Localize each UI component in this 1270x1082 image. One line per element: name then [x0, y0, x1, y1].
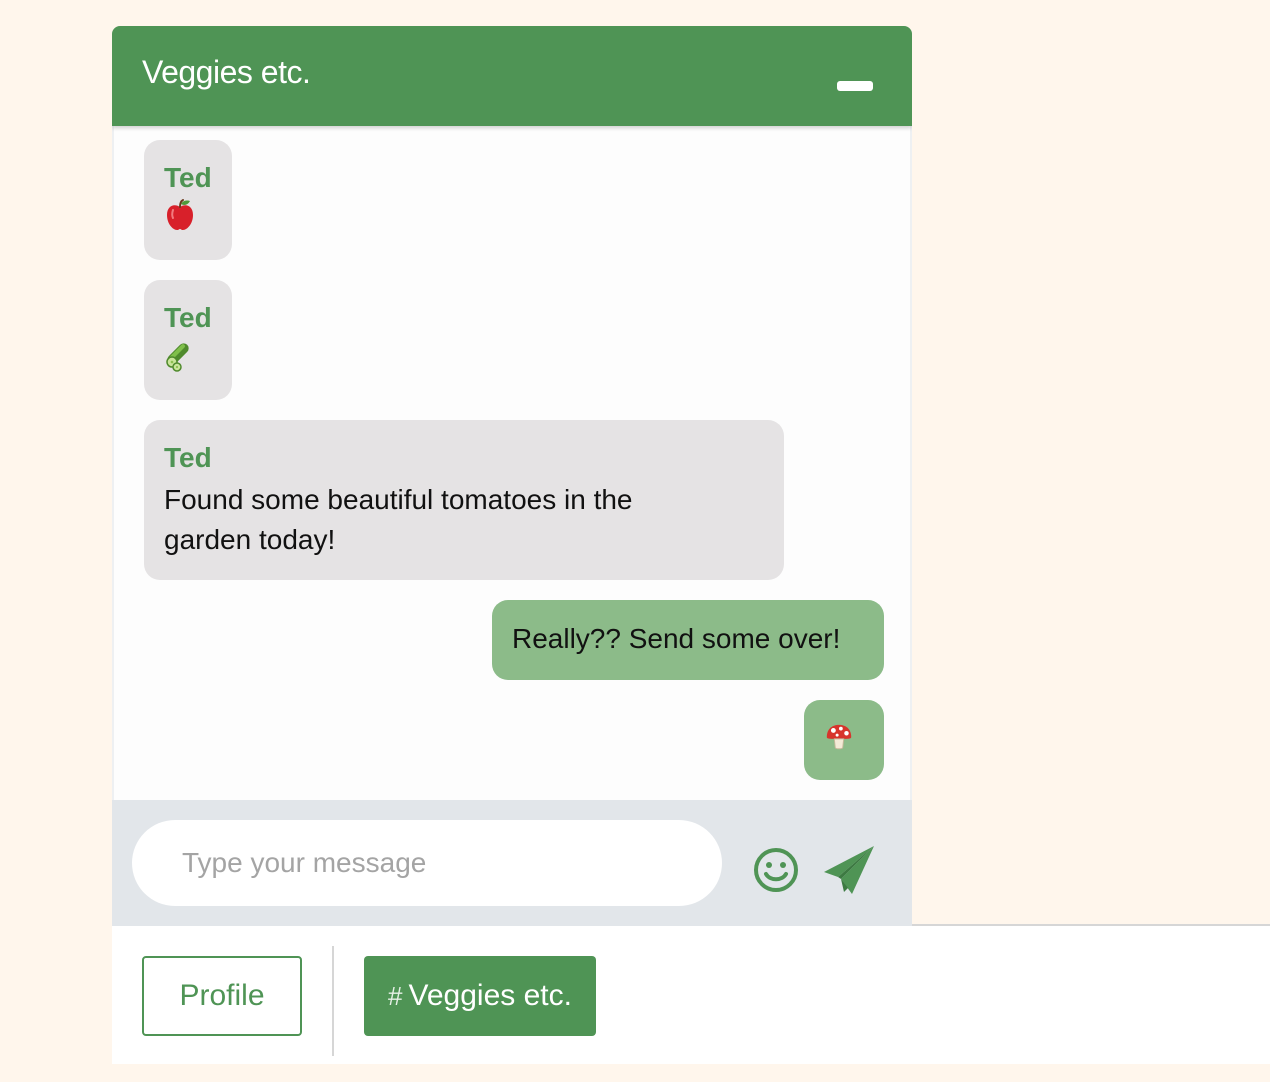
message-bubble-outgoing — [804, 700, 884, 780]
cucumber-emoji — [166, 343, 189, 372]
message-bubble-incoming: Ted — [144, 280, 232, 400]
message-bubble-incoming: Ted — [144, 140, 232, 260]
message-text-line: garden today! — [164, 524, 336, 555]
minimize-icon — [837, 81, 873, 91]
chat-window: Veggies etc. Ted Ted Ted Found some beau… — [112, 26, 912, 926]
message-list[interactable]: Ted Ted Ted Found some beautiful tomatoe… — [112, 126, 912, 800]
paper-plane-icon — [824, 846, 874, 894]
message-text: Really?? Send some over! — [512, 623, 841, 654]
chat-title: Veggies etc. — [142, 54, 311, 90]
profile-button[interactable]: Profile — [142, 956, 302, 1036]
apple-emoji — [167, 199, 193, 230]
emoji-button[interactable] — [752, 846, 800, 894]
message-bubble-outgoing: Really?? Send some over! — [492, 600, 884, 680]
smiley-icon — [754, 848, 798, 892]
chat-header: Veggies etc. — [112, 26, 912, 126]
message-sender: Ted — [164, 302, 212, 333]
send-button[interactable] — [822, 842, 878, 898]
message-sender: Ted — [164, 442, 212, 473]
message-text-line: Found some beautiful tomatoes in the — [164, 484, 633, 515]
message-input[interactable] — [132, 820, 722, 906]
bottom-navigation: Profile # Veggies etc. — [112, 926, 1270, 1064]
message-sender: Ted — [164, 162, 212, 193]
channel-tab-label: Veggies etc. — [408, 979, 572, 1012]
channel-tab-veggies[interactable]: # Veggies etc. — [364, 956, 596, 1036]
message-bubble-incoming: Ted Found some beautiful tomatoes in the… — [144, 420, 784, 580]
mushroom-emoji — [826, 724, 852, 750]
hash-icon: # — [388, 981, 403, 1011]
nav-divider — [332, 946, 334, 1056]
composer-bar — [112, 800, 912, 926]
minimize-button[interactable] — [828, 76, 874, 94]
